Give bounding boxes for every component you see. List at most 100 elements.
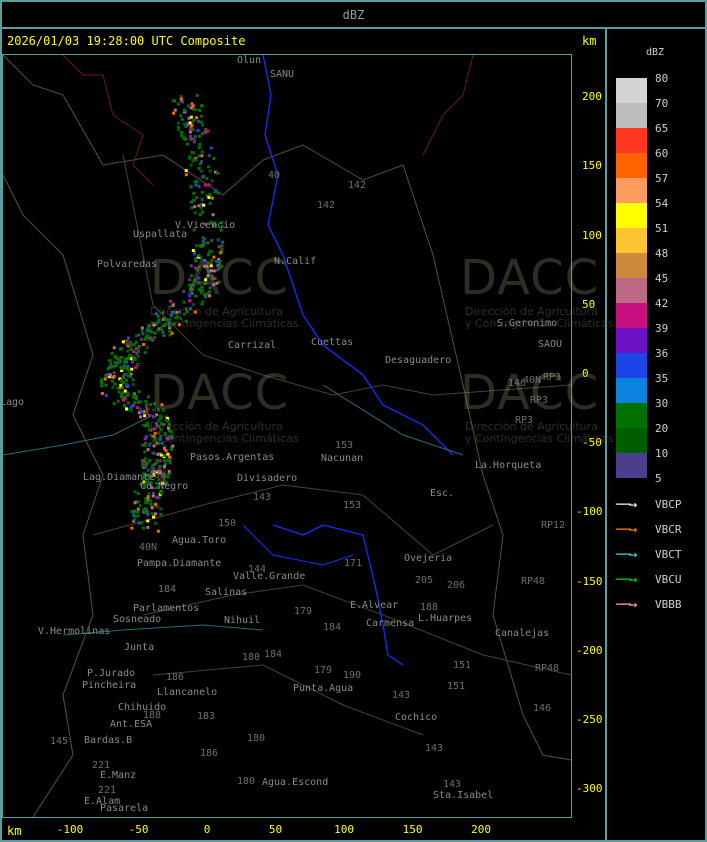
echo-pixel xyxy=(190,150,194,154)
radar-name: VBCU xyxy=(655,573,682,586)
echo-pixel xyxy=(150,466,154,470)
echo-pixel xyxy=(151,338,155,342)
place-label: V.Hermolinas xyxy=(38,626,111,637)
echo-pixel xyxy=(126,356,130,360)
echo-pixel xyxy=(133,501,137,505)
echo-pixel xyxy=(161,330,165,334)
echo-pixel xyxy=(189,137,193,141)
place-label: Agua.Escond xyxy=(262,777,329,788)
echo-pixel xyxy=(172,111,176,115)
echo-pixel xyxy=(156,496,160,500)
echo-pixel xyxy=(129,354,133,358)
place-label: Valle.Grande xyxy=(233,571,306,582)
echo-pixel xyxy=(176,102,180,106)
road-label: 188 xyxy=(420,602,439,613)
echo-pixel xyxy=(113,355,117,359)
place-label: Lago xyxy=(0,397,25,408)
place-label: Junta xyxy=(124,642,155,653)
place-label: Pincheira xyxy=(82,680,137,691)
y-tick-label: -250 xyxy=(576,713,603,726)
echo-pixel xyxy=(173,108,177,112)
place-label: Cuettas xyxy=(311,337,354,348)
road-label: 143 xyxy=(392,690,411,701)
echo-pixel xyxy=(125,339,129,343)
echo-pixel xyxy=(134,340,138,344)
road-label: 180 xyxy=(247,733,266,744)
level-label: 57 xyxy=(655,172,669,185)
echo-pixel xyxy=(146,495,150,499)
echo-pixel xyxy=(151,494,155,498)
place-label: Pasos.Argentas xyxy=(190,452,275,463)
place-label: Cochico xyxy=(395,712,438,723)
echo-pixel xyxy=(154,502,158,506)
radar-name: VBCT xyxy=(655,548,682,561)
echo-pixel xyxy=(146,525,150,529)
echo-pixel xyxy=(153,331,157,335)
road-label: 171 xyxy=(344,558,363,569)
x-tick-label: 0 xyxy=(203,823,211,836)
echo-pixel xyxy=(144,501,147,505)
echo-pixel xyxy=(194,180,198,184)
color-swatch xyxy=(616,128,647,153)
echo-pixel xyxy=(192,119,196,122)
echo-pixel xyxy=(220,244,224,248)
echo-pixel xyxy=(139,521,143,525)
echo-pixel xyxy=(133,514,137,518)
echo-pixel xyxy=(140,337,143,341)
color-swatch xyxy=(616,428,647,453)
echo-pixel xyxy=(205,176,209,180)
x-tick-label: -50 xyxy=(128,823,149,836)
radar-arrow-icon: ──→ xyxy=(616,497,637,513)
echo-pixel xyxy=(200,244,204,248)
echo-pixel xyxy=(163,454,167,457)
echo-pixel xyxy=(191,128,195,131)
echo-pixel xyxy=(210,239,214,242)
echo-pixel xyxy=(159,453,163,457)
echo-pixel xyxy=(193,205,197,209)
road-label: 184 xyxy=(158,584,177,595)
echo-pixel xyxy=(197,134,201,138)
echo-pixel xyxy=(195,196,199,200)
echo-pixel xyxy=(195,244,199,248)
echo-pixel xyxy=(133,490,137,494)
echo-pixel xyxy=(152,491,156,495)
echo-pixel xyxy=(200,154,204,158)
color-swatch xyxy=(616,278,647,303)
place-label: Esc. xyxy=(430,488,455,499)
road-label: 143 xyxy=(443,779,462,790)
watermark-logo: DACC Dirección de Agricultura y Contingenc… xyxy=(460,365,614,445)
level-label: 60 xyxy=(655,147,669,160)
radar-name: VBBB xyxy=(655,598,682,611)
echo-pixel xyxy=(136,354,140,358)
radar-name: VBCR xyxy=(655,523,682,536)
echo-pixel xyxy=(184,169,188,173)
road-label: 151 xyxy=(447,681,466,692)
place-label: SAOU xyxy=(538,339,563,350)
y-tick-label: -200 xyxy=(576,643,603,657)
echo-pixel xyxy=(145,461,149,465)
place-label: Carmensa xyxy=(366,618,415,629)
radar-arrow-icon: ──→ xyxy=(616,597,637,613)
echo-pixel xyxy=(146,513,150,517)
echo-pixel xyxy=(195,93,199,97)
echo-pixel xyxy=(189,134,193,138)
echo-pixel xyxy=(180,134,184,138)
echo-pixel xyxy=(197,204,201,208)
echo-pixel xyxy=(135,334,138,338)
echo-pixel xyxy=(190,124,193,128)
echo-pixel xyxy=(136,510,140,514)
echo-pixel xyxy=(130,526,134,530)
radar-arrow-icon: ──→ xyxy=(616,547,637,563)
echo-pixel xyxy=(210,179,214,183)
echo-pixel xyxy=(176,128,180,131)
echo-pixel xyxy=(197,154,201,158)
x-tick-label: -100 xyxy=(56,823,84,836)
header-bar: dBZ xyxy=(0,0,707,29)
level-label: 20 xyxy=(655,422,669,435)
echo-pixel xyxy=(140,329,144,333)
place-label: La.Horqueta xyxy=(475,460,542,471)
country-border xyxy=(62,55,154,186)
level-label: 80 xyxy=(655,72,669,85)
y-tick-label: -100 xyxy=(576,505,603,519)
echo-pixel xyxy=(215,171,219,175)
